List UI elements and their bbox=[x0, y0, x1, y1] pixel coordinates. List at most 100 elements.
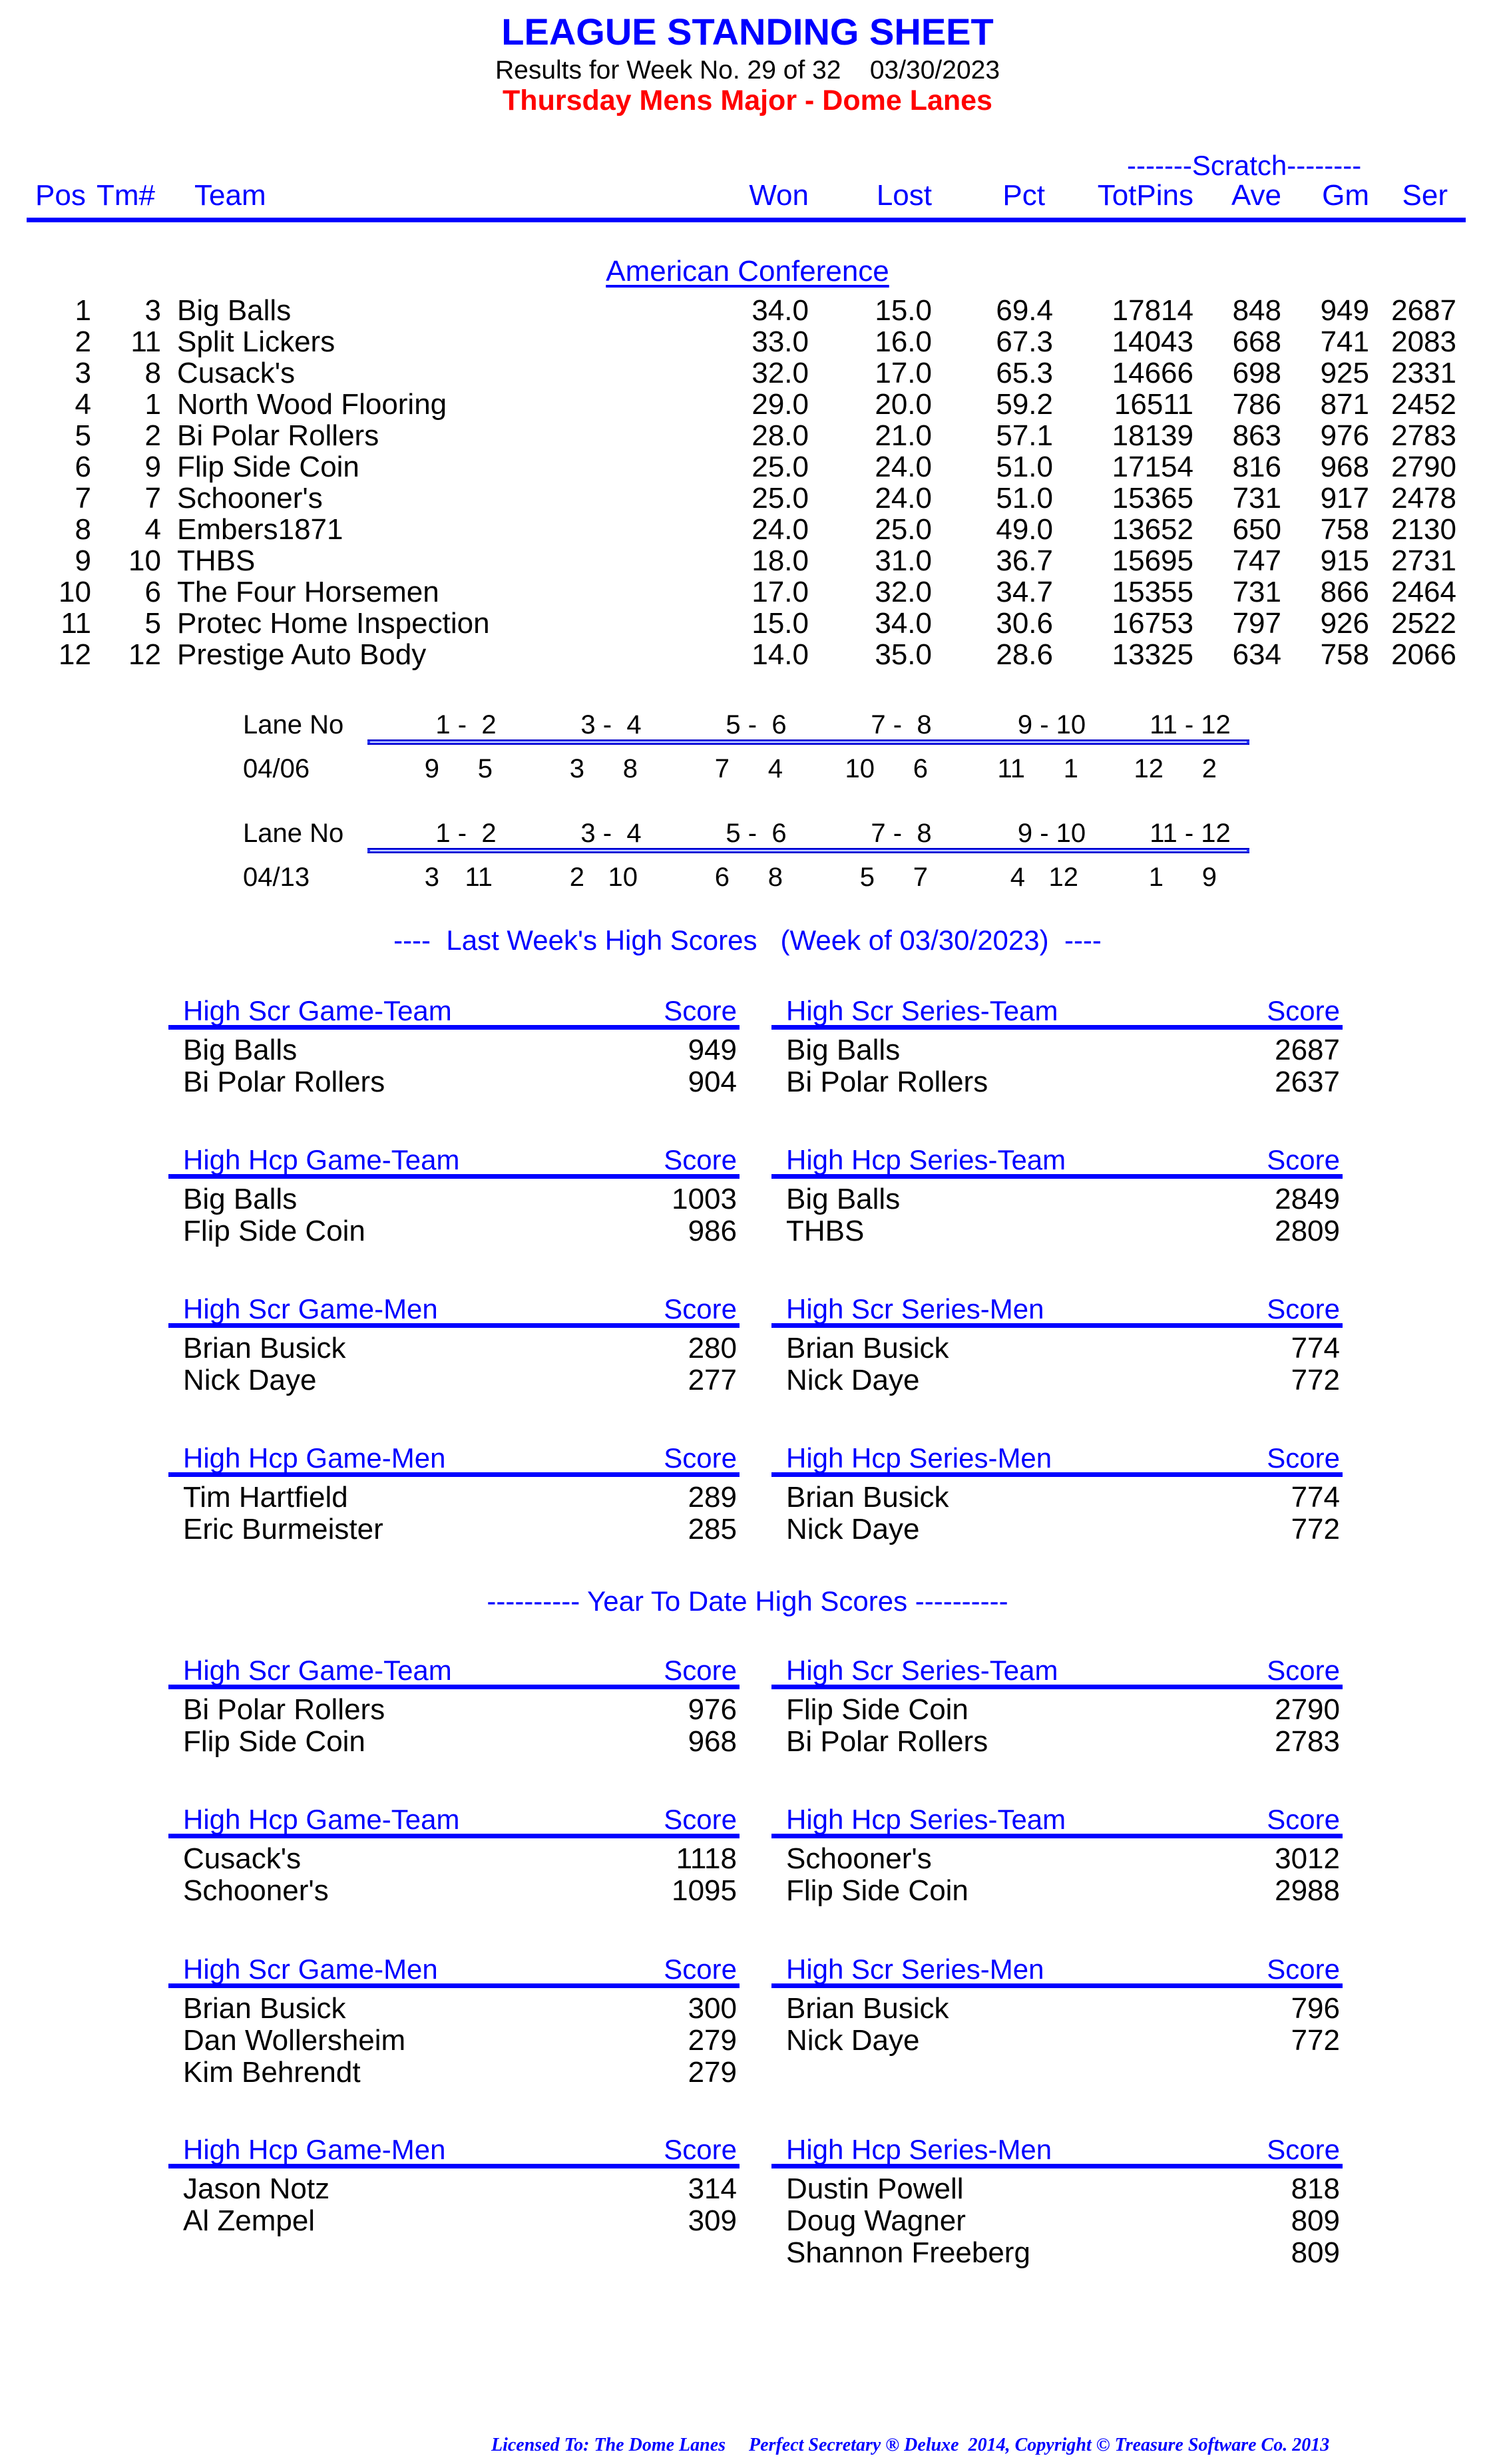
matchup-team-b: 4 bbox=[767, 754, 783, 783]
matchup-team-b: 12 bbox=[1048, 863, 1079, 892]
lane-no-label: Lane No bbox=[243, 819, 344, 848]
score-row: Bi Polar Rollers 904 bbox=[168, 1068, 740, 1100]
cell-lost: 24.0 bbox=[875, 482, 932, 514]
standings-row: 12 12 Prestige Auto Body 14.0 35.0 28.6 13325 6… bbox=[0, 640, 1495, 672]
cell-pos: 7 bbox=[75, 482, 91, 514]
lane-pair: 11 - 12 bbox=[1150, 819, 1231, 848]
block-title: High Hcp Series-Men bbox=[786, 1442, 1052, 1474]
score-value: 774 bbox=[1291, 1332, 1340, 1364]
cell-lost: 24.0 bbox=[875, 451, 932, 483]
cell-pos: 4 bbox=[75, 388, 91, 421]
score-row: Al Zempel 309 bbox=[168, 2206, 740, 2238]
cell-pos: 12 bbox=[59, 638, 91, 671]
score-header: Score bbox=[664, 1804, 737, 1835]
col-pos: Pos bbox=[35, 179, 86, 212]
cell-team: North Wood Flooring bbox=[177, 388, 447, 421]
cell-totpins: 15365 bbox=[1112, 482, 1193, 514]
cell-totpins: 17154 bbox=[1112, 451, 1193, 483]
bowler-name: Big Balls bbox=[786, 1183, 901, 1215]
score-value: 2687 bbox=[1275, 1034, 1340, 1066]
league-name: Thursday Mens Major - Dome Lanes bbox=[503, 85, 992, 116]
score-value: 309 bbox=[688, 2204, 737, 2237]
cell-team: Cusack's bbox=[177, 357, 296, 389]
block-divider bbox=[168, 1834, 740, 1838]
bowler-name: Big Balls bbox=[183, 1183, 298, 1215]
score-header: Score bbox=[664, 1442, 737, 1474]
cell-totpins: 13652 bbox=[1112, 513, 1193, 546]
matchup-team-b: 8 bbox=[622, 754, 638, 783]
score-row: Eric Burmeister 285 bbox=[168, 1515, 740, 1547]
cell-team: Big Balls bbox=[177, 294, 292, 327]
cell-pct: 65.3 bbox=[996, 357, 1053, 389]
cell-lost: 16.0 bbox=[875, 325, 932, 358]
block-title: High Hcp Game-Team bbox=[183, 1144, 460, 1175]
header-divider bbox=[27, 218, 1466, 222]
cell-ave: 731 bbox=[1232, 576, 1281, 608]
cell-pos: 6 bbox=[75, 451, 91, 483]
col-tm: Tm# bbox=[97, 179, 155, 212]
score-header: Score bbox=[664, 1144, 737, 1175]
score-value: 3012 bbox=[1275, 1842, 1340, 1875]
standings-row: 4 1 North Wood Flooring 29.0 20.0 59.2 16511 78… bbox=[0, 390, 1495, 421]
matchup-team-b: 9 bbox=[1201, 863, 1217, 892]
score-header: Score bbox=[664, 1293, 737, 1325]
score-row: Big Balls 1003 bbox=[168, 1185, 740, 1217]
score-row: Nick Daye 772 bbox=[771, 1515, 1343, 1547]
score-header: Score bbox=[1267, 1144, 1340, 1175]
bowler-name: Nick Daye bbox=[786, 2024, 920, 2057]
cell-gm: 925 bbox=[1320, 357, 1369, 389]
cell-won: 18.0 bbox=[751, 544, 809, 577]
score-row: Brian Busick 300 bbox=[168, 1994, 740, 2026]
cell-gm: 758 bbox=[1320, 513, 1369, 546]
bowler-name: Flip Side Coin bbox=[786, 1874, 968, 1907]
cell-ser: 2452 bbox=[1391, 388, 1456, 421]
cell-ave: 731 bbox=[1232, 482, 1281, 514]
cell-won: 34.0 bbox=[751, 294, 809, 327]
bowler-name: Eric Burmeister bbox=[183, 1513, 383, 1545]
score-row: Big Balls 949 bbox=[168, 1036, 740, 1068]
cell-team: Flip Side Coin bbox=[177, 451, 359, 483]
score-header: Score bbox=[664, 1655, 737, 1686]
bowler-name: Brian Busick bbox=[183, 1992, 346, 2025]
cell-won: 14.0 bbox=[751, 638, 809, 671]
cell-pct: 51.0 bbox=[996, 451, 1053, 483]
cell-gm: 741 bbox=[1320, 325, 1369, 358]
matchup-team-b: 2 bbox=[1201, 754, 1217, 783]
page-title: LEAGUE STANDING SHEET bbox=[501, 11, 994, 53]
bowler-name: Shannon Freeberg bbox=[786, 2236, 1030, 2269]
cell-gm: 866 bbox=[1320, 576, 1369, 608]
matchup-team-b: 8 bbox=[767, 863, 783, 892]
cell-pos: 9 bbox=[75, 544, 91, 577]
score-row: Doug Wagner 809 bbox=[771, 2206, 1343, 2238]
score-value: 818 bbox=[1291, 2172, 1340, 2205]
block-title: High Hcp Series-Men bbox=[786, 2134, 1052, 2165]
cell-pct: 57.1 bbox=[996, 419, 1053, 452]
cell-won: 33.0 bbox=[751, 325, 809, 358]
bowler-name: Schooner's bbox=[183, 1874, 329, 1907]
cell-won: 28.0 bbox=[751, 419, 809, 452]
block-divider bbox=[771, 1025, 1343, 1030]
cell-ave: 863 bbox=[1232, 419, 1281, 452]
block-divider bbox=[771, 1323, 1343, 1328]
cell-team: THBS bbox=[177, 544, 256, 577]
bowler-name: Schooner's bbox=[786, 1842, 932, 1875]
lane-divider bbox=[367, 739, 1249, 745]
block-divider bbox=[168, 1472, 740, 1477]
cell-pos: 2 bbox=[75, 325, 91, 358]
scratch-group-label: -------Scratch-------- bbox=[1127, 150, 1362, 181]
block-title: High Hcp Series-Team bbox=[786, 1804, 1066, 1835]
score-value: 772 bbox=[1291, 1513, 1340, 1545]
bowler-name: Al Zempel bbox=[183, 2204, 316, 2237]
score-value: 279 bbox=[688, 2024, 737, 2057]
lane-pair: 7 - 8 bbox=[871, 710, 932, 739]
cell-lost: 35.0 bbox=[875, 638, 932, 671]
bowler-name: Dustin Powell bbox=[786, 2172, 964, 2205]
score-header: Score bbox=[664, 995, 737, 1026]
score-header: Score bbox=[1267, 1293, 1340, 1325]
block-divider bbox=[168, 1323, 740, 1328]
matchup-team-b: 10 bbox=[608, 863, 638, 892]
standings-row: 8 4 Embers1871 24.0 25.0 49.0 13652 650 758 2130 bbox=[0, 515, 1495, 546]
score-row: Shannon Freeberg 809 bbox=[771, 2238, 1343, 2270]
score-value: 2809 bbox=[1275, 1215, 1340, 1247]
cell-ser: 2464 bbox=[1391, 576, 1456, 608]
